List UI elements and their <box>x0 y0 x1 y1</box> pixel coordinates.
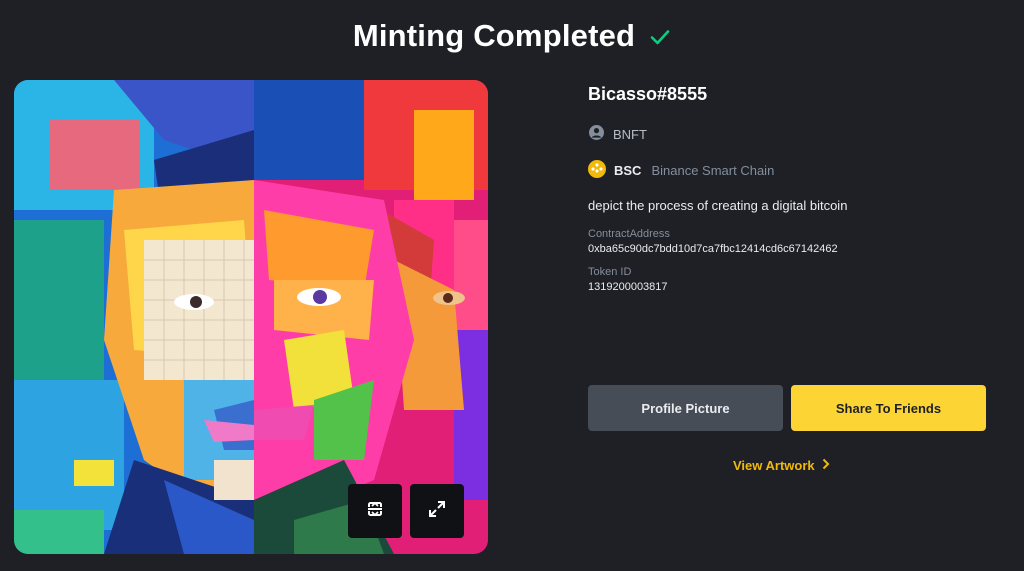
view-artwork-label: View Artwork <box>733 458 815 473</box>
chain-name: Binance Smart Chain <box>651 163 775 178</box>
reframe-button[interactable] <box>348 484 402 538</box>
page-title: Minting Completed <box>352 18 636 53</box>
reframe-icon <box>364 498 386 525</box>
creator-row[interactable]: BNFT <box>588 124 988 144</box>
contract-address: 0xba65c90dc7bdd10d7ca7fbc12414cd6c671424… <box>588 243 838 255</box>
page-header: Minting Completed <box>0 18 1024 54</box>
bnb-chain-icon <box>588 160 606 181</box>
nft-details: Bicasso#8555 BNFT BSC Binance Smart Chai… <box>588 84 988 293</box>
contract-label: ContractAddress <box>588 228 670 240</box>
nft-name: Bicasso#8555 <box>588 84 708 104</box>
share-to-friends-button[interactable]: Share To Friends <box>791 385 986 431</box>
chevron-right-icon <box>821 458 831 473</box>
token-label: Token ID <box>588 266 632 278</box>
view-artwork-link[interactable]: View Artwork <box>733 458 831 473</box>
chain-row: BSC Binance Smart Chain <box>588 160 988 181</box>
expand-icon <box>426 498 448 525</box>
user-icon <box>588 124 605 144</box>
nft-description: depict the process of creating a digital… <box>588 198 848 213</box>
contract-block: ContractAddress 0xba65c90dc7bdd10d7ca7fb… <box>588 228 988 255</box>
creator-name: BNFT <box>613 126 647 142</box>
token-block: Token ID 1319200003817 <box>588 266 988 293</box>
profile-picture-button[interactable]: Profile Picture <box>588 385 783 431</box>
expand-button[interactable] <box>410 484 464 538</box>
token-id: 1319200003817 <box>588 281 668 293</box>
nft-artwork-image <box>14 80 488 554</box>
chain-code: BSC <box>614 163 642 178</box>
check-icon <box>649 26 671 48</box>
